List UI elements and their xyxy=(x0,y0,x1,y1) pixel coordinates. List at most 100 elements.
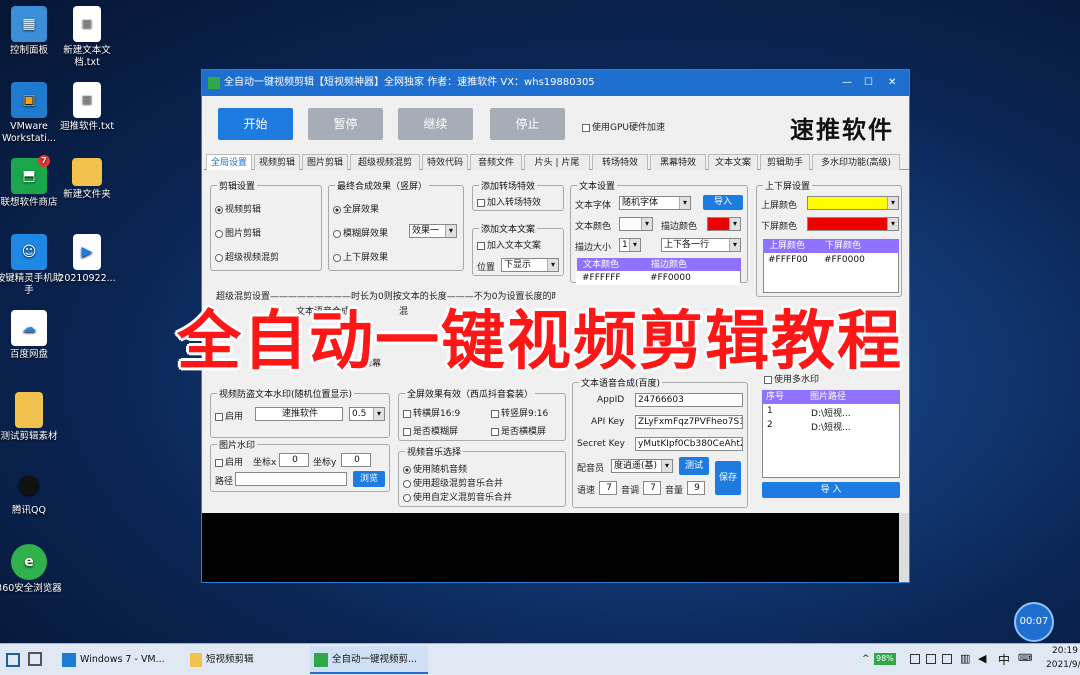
tab-edit-assistant[interactable]: 剪辑助手 xyxy=(760,154,810,170)
tab-video-edit[interactable]: 视频剪辑 xyxy=(254,154,300,170)
landscape-checkbox[interactable]: 转横屏16:9 xyxy=(403,406,460,419)
tray-arrow-icon[interactable]: ^ xyxy=(862,654,870,664)
tab-multi-watermark[interactable]: 多水印功能(高级) xyxy=(812,154,900,170)
import-font-button[interactable]: 导入 xyxy=(703,195,743,210)
api-key-label: API Key xyxy=(591,417,625,427)
radio-random-audio[interactable]: 使用随机音频 xyxy=(403,462,467,475)
radio-dot xyxy=(333,253,341,262)
image-watermark-enable-checkbox[interactable]: 启用 xyxy=(215,455,243,468)
radio-video-edit[interactable]: 视频剪辑 xyxy=(215,202,261,215)
tab-black-curtain[interactable]: 黑幕特效 xyxy=(650,154,706,170)
save-voice-button[interactable]: 保存 xyxy=(715,461,741,495)
radio-blur-screen[interactable]: 模糊屏效果 xyxy=(333,226,388,239)
portrait-checkbox[interactable]: 转竖屏9:16 xyxy=(491,406,548,419)
radio-split-screen[interactable]: 上下屏效果 xyxy=(333,250,388,263)
watermark-list[interactable]: 1 D:\短视... 2 D:\短视... xyxy=(762,404,900,478)
recording-timer[interactable]: 00:07 xyxy=(1014,602,1054,642)
screen-color-list[interactable]: #FFFF00 #FF0000 xyxy=(763,253,899,293)
desktop-icon-txt1[interactable]: ≡ 新建文本文档.txt xyxy=(52,6,122,69)
desktop-icon-folder[interactable]: 新建文件夹 xyxy=(52,158,122,201)
group-title: 剪辑设置 xyxy=(217,179,258,192)
radio-image-edit[interactable]: 图片剪辑 xyxy=(215,226,261,239)
checkbox-label: 启用 xyxy=(225,412,244,422)
blur-checkbox[interactable]: 是否模糊屏 xyxy=(403,424,458,437)
radio-super-mix-music[interactable]: 使用超级混剪音乐合并 xyxy=(403,476,503,489)
image-watermark-group: 图片水印 启用 坐标x 0 坐标y 0 路径 浏览 xyxy=(210,438,390,492)
input-method-indicator[interactable]: 中 xyxy=(998,651,1010,668)
speed-input[interactable]: 7 xyxy=(599,481,617,495)
image-path-input[interactable] xyxy=(235,472,347,486)
tab-effect-code[interactable]: 特效代码 xyxy=(422,154,468,170)
tray-icon[interactable] xyxy=(926,654,936,664)
stop-button[interactable]: 停止 xyxy=(490,108,565,140)
watermark-text-input[interactable]: 速推软件 xyxy=(255,407,343,421)
tab-super-mix[interactable]: 超级视频混剪 xyxy=(350,154,420,170)
overlay-caption: 全自动一键视频剪辑教程 xyxy=(177,305,903,379)
clock-time[interactable]: 20:19 xyxy=(1052,646,1078,656)
battery-indicator[interactable]: 98% xyxy=(874,653,896,665)
volume-input[interactable]: 9 xyxy=(687,481,705,495)
start-button[interactable]: 开始 xyxy=(218,108,293,140)
log-scrollbar[interactable] xyxy=(899,513,909,582)
radio-super-mix[interactable]: 超级视频混剪 xyxy=(215,250,279,263)
horizontal-blur-checkbox[interactable]: 是否横模屏 xyxy=(491,424,546,437)
tray-icon[interactable] xyxy=(942,654,952,664)
transition-checkbox[interactable]: 加入转场特效 xyxy=(477,195,541,208)
stroke-size-select[interactable]: 1 xyxy=(619,238,641,252)
desktop-icon-qq[interactable]: ● 腾讯QQ xyxy=(0,466,64,517)
tray-icon[interactable] xyxy=(910,654,920,664)
tab-image-edit[interactable]: 图片剪辑 xyxy=(302,154,348,170)
watermark-enable-checkbox[interactable]: 启用 xyxy=(215,409,243,422)
start-button-icon[interactable] xyxy=(6,653,20,667)
stroke-color-picker[interactable] xyxy=(707,217,741,231)
gpu-checkbox[interactable]: 使用GPU硬件加速 xyxy=(582,120,665,133)
tab-intro-outro[interactable]: 片头 | 片尾 xyxy=(524,154,590,170)
clock-date[interactable]: 2021/9/ xyxy=(1046,660,1080,670)
taskbar-item-folder[interactable]: 短视频剪辑 xyxy=(190,646,302,674)
log-output[interactable] xyxy=(202,513,909,582)
coord-x-input[interactable]: 0 xyxy=(279,453,309,467)
blur-effect-select[interactable]: 效果一 xyxy=(409,224,457,238)
radio-fullscreen[interactable]: 全屏效果 xyxy=(333,202,379,215)
maximize-button[interactable]: ☐ xyxy=(864,70,873,96)
text-color-picker[interactable] xyxy=(619,217,653,231)
font-select[interactable]: 随机字体 xyxy=(619,196,691,210)
position-select[interactable]: 下显示 xyxy=(501,258,559,272)
network-icon[interactable]: ▥ xyxy=(960,652,970,665)
desktop-icon-materials[interactable]: 测试剪辑素材 xyxy=(0,392,64,443)
volume-icon[interactable]: ◀ xyxy=(978,652,986,665)
tab-audio-file[interactable]: 音频文件 xyxy=(470,154,522,170)
tab-transition[interactable]: 转场特效 xyxy=(592,154,648,170)
import-watermark-button[interactable]: 导 入 xyxy=(762,482,900,498)
keyboard-icon[interactable]: ⌨ xyxy=(1018,653,1032,664)
desktop-icon-360[interactable]: e 360安全浏览器 xyxy=(0,544,64,595)
tab-global-settings[interactable]: 全局设置 xyxy=(206,154,252,170)
browse-button[interactable]: 浏览 xyxy=(353,471,385,487)
secret-key-input[interactable]: yMutKIpf0Cb380CeAht21 xyxy=(635,437,743,451)
table-row[interactable]: 2 D:\短视... xyxy=(763,420,899,433)
text-color-row[interactable]: #FFFFFF #FF0000 xyxy=(576,271,740,285)
tone-input[interactable]: 7 xyxy=(643,481,661,495)
taskbar-item-app[interactable]: 全自动一键视频剪... xyxy=(310,646,428,674)
table-row[interactable]: 1 D:\短视... xyxy=(763,406,899,419)
taskbar-item-vmware[interactable]: Windows 7 - VM... xyxy=(62,646,180,674)
pause-button[interactable]: 暂停 xyxy=(308,108,383,140)
coord-y-input[interactable]: 0 xyxy=(341,453,371,467)
watermark-opacity-select[interactable]: 0.5 xyxy=(349,407,385,421)
resume-button[interactable]: 继续 xyxy=(398,108,473,140)
tab-text-copy[interactable]: 文本文案 xyxy=(708,154,758,170)
text-copy-checkbox[interactable]: 加入文本文案 xyxy=(477,238,541,251)
speaker-select[interactable]: 度逍遥(基) xyxy=(611,459,673,473)
appid-input[interactable]: 24766603 xyxy=(635,393,743,407)
radio-custom-music[interactable]: 使用自定义混剪音乐合并 xyxy=(403,490,512,503)
desktop-icon-video[interactable]: ▶ 20210922... xyxy=(52,234,122,285)
test-voice-button[interactable]: 测试 xyxy=(679,457,709,475)
minimize-button[interactable]: — xyxy=(842,70,852,96)
task-view-icon[interactable] xyxy=(28,652,42,666)
text-align-select[interactable]: 上下各一行 xyxy=(661,238,741,252)
api-key-input[interactable]: ZLyFxmFqz7PVFheo7S1UN xyxy=(635,415,743,429)
top-color-picker[interactable] xyxy=(807,196,899,210)
close-button[interactable]: ✕ xyxy=(888,70,896,96)
bottom-color-picker[interactable] xyxy=(807,217,899,231)
desktop-icon-txt2[interactable]: ≡ 迴推软件.txt xyxy=(52,82,122,133)
